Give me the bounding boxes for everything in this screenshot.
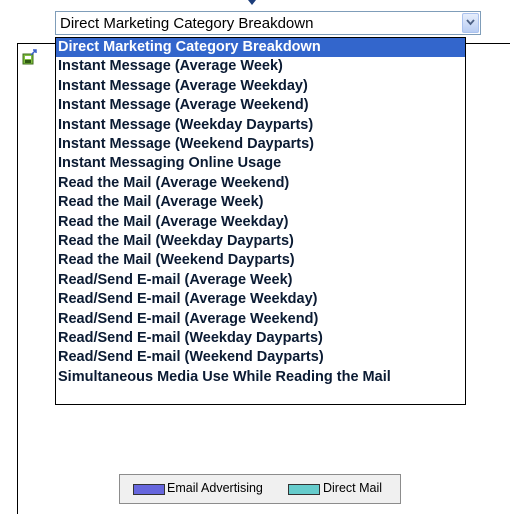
dropdown-option[interactable]: Read the Mail (Average Weekend) <box>56 174 465 193</box>
chevron-down-icon[interactable] <box>462 13 479 33</box>
report-select-value: Direct Marketing Category Breakdown <box>60 15 314 32</box>
dropdown-option[interactable]: Read the Mail (Weekday Dayparts) <box>56 232 465 251</box>
dropdown-option[interactable]: Read/Send E-mail (Average Week) <box>56 271 465 290</box>
export-icon[interactable] <box>22 49 38 65</box>
dropdown-option[interactable]: Instant Message (Average Weekday) <box>56 77 465 96</box>
dropdown-option[interactable]: Read the Mail (Average Week) <box>56 193 465 212</box>
dropdown-option[interactable]: Instant Message (Average Week) <box>56 57 465 76</box>
legend-label-direct-mail: Direct Mail <box>323 481 383 495</box>
report-select[interactable]: Direct Marketing Category Breakdown <box>55 11 481 35</box>
dropdown-option[interactable]: Read/Send E-mail (Average Weekday) <box>56 290 465 309</box>
legend-swatch-email-advertising <box>133 484 165 495</box>
dropdown-option[interactable]: Instant Message (Average Weekend) <box>56 96 465 115</box>
pointer-arrow-icon <box>248 0 256 5</box>
dropdown-option[interactable]: Instant Message (Weekend Dayparts) <box>56 135 465 154</box>
dropdown-option[interactable]: Read/Send E-mail (Weekday Dayparts) <box>56 329 465 348</box>
dropdown-option[interactable]: Instant Messaging Online Usage <box>56 154 465 173</box>
dropdown-option[interactable]: Simultaneous Media Use While Reading the… <box>56 368 465 387</box>
dropdown-option[interactable]: Read the Mail (Weekend Dayparts) <box>56 251 465 270</box>
dropdown-option[interactable]: Direct Marketing Category Breakdown <box>56 38 465 57</box>
legend-label-email-advertising: Email Advertising <box>167 481 263 495</box>
dropdown-option[interactable]: Read/Send E-mail (Weekend Dayparts) <box>56 348 465 367</box>
dropdown-option[interactable]: Instant Message (Weekday Dayparts) <box>56 116 465 135</box>
dropdown-option[interactable]: Read the Mail (Average Weekday) <box>56 213 465 232</box>
dropdown-option[interactable]: Read/Send E-mail (Average Weekend) <box>56 310 465 329</box>
chart-legend: Email Advertising Direct Mail <box>119 474 401 504</box>
report-dropdown-list[interactable]: Direct Marketing Category Breakdown Insta… <box>55 37 466 405</box>
legend-swatch-direct-mail <box>288 484 320 495</box>
